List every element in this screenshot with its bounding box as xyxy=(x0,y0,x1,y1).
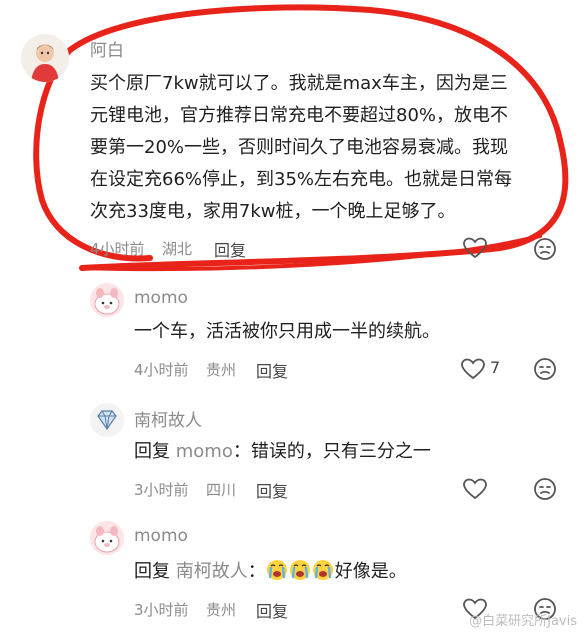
comment-time: 4小时前 xyxy=(134,361,189,379)
comment-text-line: 要第一20%一些，否则时间久了电池容易衰减。我现 xyxy=(90,137,509,158)
reply-button[interactable]: 回复 xyxy=(256,478,288,502)
reply-button[interactable]: 回复 xyxy=(256,358,288,382)
comment-location: 贵州 xyxy=(206,601,237,619)
like-count: 7 xyxy=(490,358,501,377)
comment-text: 回复 南柯故人： 好像是。 xyxy=(134,556,407,587)
like-heart-icon[interactable] xyxy=(460,357,486,381)
comment-text-line: 元锂电池，官方推荐日常充电不要超过80%，放电不 xyxy=(90,105,509,126)
comment-location: 贵州 xyxy=(206,361,237,379)
avatar[interactable] xyxy=(21,34,69,82)
reply-prefix: 回复 xyxy=(134,441,170,462)
avatar[interactable] xyxy=(90,403,124,437)
reply-button[interactable]: 回复 xyxy=(256,598,288,622)
comment-username[interactable]: 南柯故人 xyxy=(134,406,202,431)
comment-location: 四川 xyxy=(206,481,237,499)
dislike-face-icon[interactable] xyxy=(533,237,557,261)
avatar[interactable] xyxy=(90,521,124,555)
reply-prefix: 回复 xyxy=(134,561,170,582)
comment-time: 4小时前 xyxy=(90,240,145,258)
comment-time: 3小时前 xyxy=(134,481,189,499)
comment-username[interactable]: 阿白 xyxy=(90,36,124,61)
comment-text-line: 买个原厂7kw就可以了。我就是max车主，因为是三 xyxy=(90,73,508,94)
comment-location: 湖北 xyxy=(162,240,193,258)
mention-link[interactable]: momo xyxy=(176,441,233,462)
mention-link[interactable]: 南柯故人 xyxy=(176,561,248,582)
like-heart-icon[interactable] xyxy=(462,477,488,501)
comment-username[interactable]: momo xyxy=(134,526,188,546)
dislike-face-icon[interactable] xyxy=(533,357,557,381)
crying-face-emoji xyxy=(289,560,310,580)
comment-text: 一个车，活活被你只用成一半的续航。 xyxy=(134,321,440,342)
watermark: @白菜研究所Javis xyxy=(469,614,577,629)
comment-text-line: 次充33度电，家用7kw桩，一个晚上足够了。 xyxy=(90,201,456,222)
comment-body: 好像是。 xyxy=(334,561,407,582)
comment-time: 3小时前 xyxy=(134,601,189,619)
avatar[interactable] xyxy=(90,283,124,317)
crying-face-emoji xyxy=(312,560,333,580)
reply-button[interactable]: 回复 xyxy=(214,237,246,261)
like-heart-icon[interactable] xyxy=(462,236,488,260)
comment-body: ：错误的，只有三分之一 xyxy=(232,441,431,462)
crying-face-emoji xyxy=(266,560,287,580)
colon: ： xyxy=(247,561,266,582)
comment-text-line: 在设定充66%停止，到35%左右充电。也就是日常每 xyxy=(90,169,513,190)
comment-text: 回复 momo：错误的，只有三分之一 xyxy=(134,436,431,467)
dislike-face-icon[interactable] xyxy=(533,477,557,501)
comment-username[interactable]: momo xyxy=(134,288,188,308)
